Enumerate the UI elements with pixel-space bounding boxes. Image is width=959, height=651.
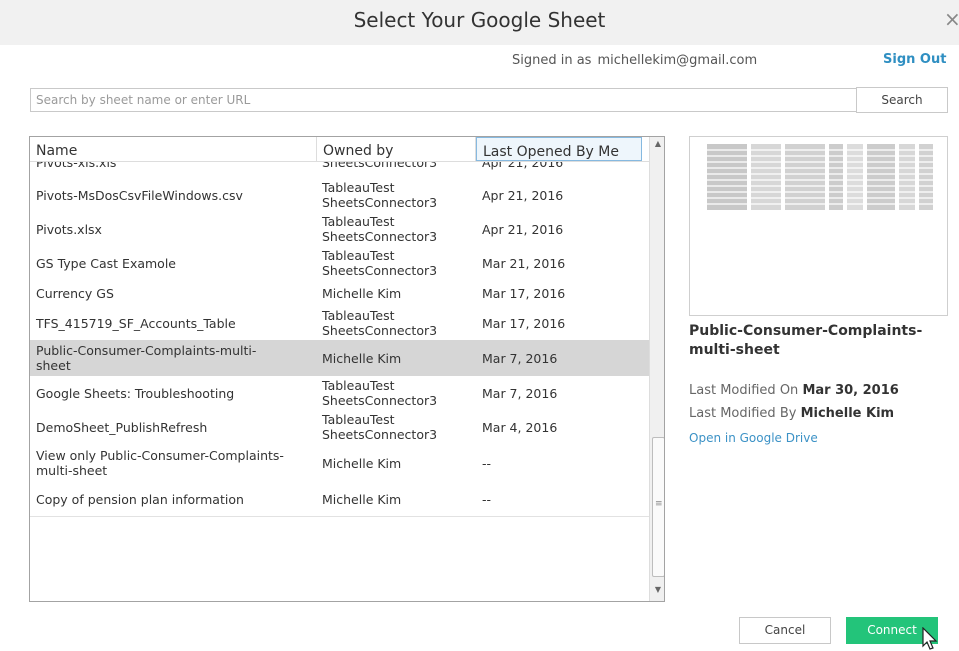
cell-last-opened: -- <box>482 491 492 507</box>
signed-in-status: Signed in as michellekim@gmail.com <box>512 53 757 68</box>
cell-last-opened: Mar 21, 2016 <box>482 255 566 271</box>
scroll-down-arrow-icon[interactable]: ▼ <box>650 585 664 599</box>
table-scrollbar[interactable]: ▲ ≡ ▼ <box>649 137 664 601</box>
table-row[interactable]: Copy of pension plan information Michelle… <box>30 482 650 517</box>
column-header-last-opened[interactable]: Last Opened By Me <box>476 137 642 161</box>
cell-last-opened: -- <box>482 455 492 471</box>
cell-name: Pivots-MsDosCsvFileWindows.csv <box>36 187 243 203</box>
cell-last-opened: Mar 7, 2016 <box>482 350 558 366</box>
table-row[interactable]: Pivots.xlsx TableauTest SheetsConnector3 A… <box>30 212 650 247</box>
sign-out-link[interactable]: Sign Out <box>883 52 946 67</box>
cell-owner: Michelle Kim <box>322 491 402 507</box>
cell-owner: TableauTest SheetsConnector3 <box>322 180 438 210</box>
column-header-name[interactable]: Name <box>30 137 317 161</box>
cell-owner: TableauTest SheetsConnector3 <box>322 378 438 408</box>
cell-owner: TableauTest SheetsConnector3 <box>322 248 438 278</box>
cell-last-opened: Mar 7, 2016 <box>482 385 558 401</box>
dialog-title: Select Your Google Sheet <box>353 8 606 32</box>
account-email: michellekim@gmail.com <box>597 53 758 68</box>
sheet-preview-thumbnail <box>689 136 948 316</box>
close-icon[interactable]: × <box>944 7 959 31</box>
signed-in-label: Signed in as <box>512 53 592 68</box>
cell-name: Public-Consumer-Complaints-multi- sheet <box>36 343 257 373</box>
cell-last-opened: Mar 17, 2016 <box>482 315 566 331</box>
mouse-cursor-icon <box>922 627 938 650</box>
cell-owner: Michelle Kim <box>322 455 402 471</box>
dialog-title-bar: Select Your Google Sheet × <box>0 0 959 45</box>
table-row[interactable]: Public-Consumer-Complaints-multi- sheet M… <box>30 340 650 377</box>
cell-name: TFS_415719_SF_Accounts_Table <box>36 315 236 331</box>
table-row[interactable]: View only Public-Consumer-Complaints- mu… <box>30 444 650 483</box>
table-row[interactable]: Currency GS Michelle Kim Mar 17, 2016 <box>30 280 650 307</box>
table-row[interactable]: Pivots-MsDosCsvFileWindows.csv TableauTes… <box>30 178 650 213</box>
last-modified-by: Last Modified By Michelle Kim <box>689 406 895 421</box>
open-in-google-drive-link[interactable]: Open in Google Drive <box>689 431 818 445</box>
selected-sheet-name: Public-Consumer-Complaints- multi-sheet <box>689 323 923 358</box>
scroll-up-arrow-icon[interactable]: ▲ <box>650 139 664 153</box>
table-row[interactable]: GS Type Cast Examole TableauTest SheetsCo… <box>30 246 650 281</box>
cell-owner: TableauTest SheetsConnector3 <box>322 412 438 442</box>
cell-name: Copy of pension plan information <box>36 491 244 507</box>
table-header: Name Owned by Last Opened By Me <box>30 137 650 162</box>
table-row[interactable]: Google Sheets: Troubleshooting TableauTes… <box>30 376 650 411</box>
spreadsheet-preview-icon <box>705 142 935 214</box>
last-modified-on-value: Mar 30, 2016 <box>802 383 899 398</box>
scrollbar-thumb[interactable]: ≡ <box>652 437 664 577</box>
cell-last-opened: Apr 21, 2016 <box>482 221 564 237</box>
sheet-table: Pivots-xls.xlsSheetsConnector3Apr 21, 20… <box>29 136 665 602</box>
table-row[interactable]: DemoSheet_PublishRefresh TableauTest Shee… <box>30 410 650 445</box>
table-row[interactable]: TFS_415719_SF_Accounts_Table TableauTest … <box>30 306 650 341</box>
cell-owner: Michelle Kim <box>322 350 402 366</box>
scrollbar-grip-icon: ≡ <box>655 499 663 509</box>
cell-name: DemoSheet_PublishRefresh <box>36 419 208 435</box>
cell-name: Google Sheets: Troubleshooting <box>36 385 235 401</box>
search-input[interactable] <box>30 88 858 112</box>
cell-name: Pivots.xlsx <box>36 221 102 237</box>
cell-last-opened: Mar 17, 2016 <box>482 285 566 301</box>
cell-owner: Michelle Kim <box>322 285 402 301</box>
last-modified-by-value: Michelle Kim <box>800 406 895 421</box>
cell-owner: TableauTest SheetsConnector3 <box>322 214 438 244</box>
cell-last-opened: Mar 4, 2016 <box>482 419 558 435</box>
cell-name: Currency GS <box>36 285 114 301</box>
cell-name: GS Type Cast Examole <box>36 255 176 271</box>
cell-owner: TableauTest SheetsConnector3 <box>322 308 438 338</box>
cell-last-opened: Apr 21, 2016 <box>482 187 564 203</box>
last-modified-on: Last Modified On Mar 30, 2016 <box>689 383 899 398</box>
cell-name: View only Public-Consumer-Complaints- mu… <box>36 448 284 478</box>
column-header-owned-by[interactable]: Owned by <box>317 137 476 161</box>
cancel-button[interactable]: Cancel <box>739 617 831 644</box>
search-button[interactable]: Search <box>856 87 948 113</box>
